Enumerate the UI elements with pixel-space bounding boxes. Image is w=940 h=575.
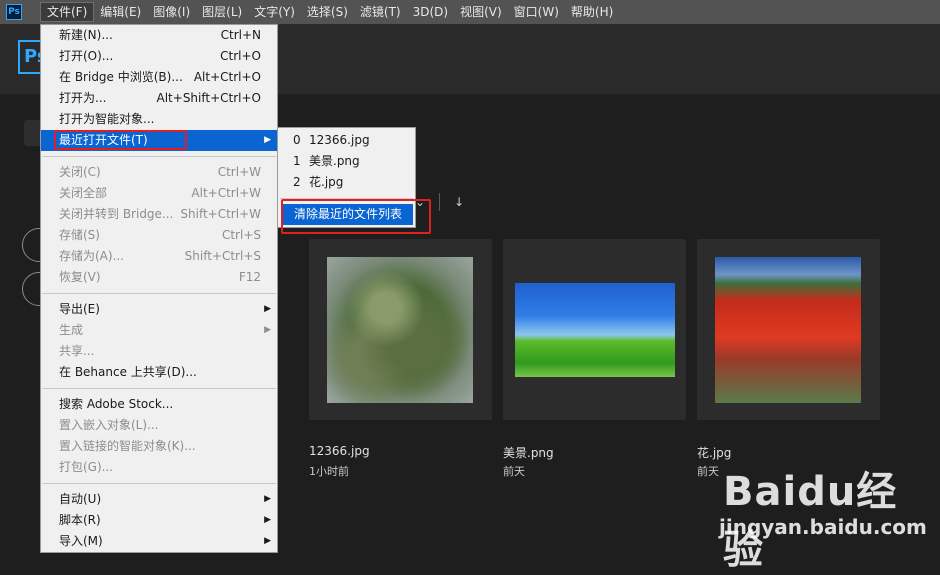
- menu-item-generate[interactable]: 生成 ▶: [41, 320, 277, 341]
- menu-item-place-embedded[interactable]: 置入嵌入对象(L)...: [41, 415, 277, 436]
- menu-item-open-as[interactable]: 打开为... Alt+Shift+Ctrl+O: [41, 88, 277, 109]
- menu-view[interactable]: 视图(V): [454, 2, 508, 22]
- menu-window[interactable]: 窗口(W): [508, 2, 565, 22]
- submenu-arrow-icon: ▶: [264, 494, 271, 504]
- recent-file-time: 前天: [503, 465, 525, 478]
- recent-file-name[interactable]: 美景.png: [503, 444, 554, 461]
- menu-file[interactable]: 文件(F): [40, 2, 95, 22]
- submenu-arrow-icon: ▶: [264, 304, 271, 314]
- menu-item-close-go-bridge[interactable]: 关闭并转到 Bridge... Shift+Ctrl+W: [41, 204, 277, 225]
- recent-file-thumbnail[interactable]: [503, 239, 686, 420]
- submenu-arrow-icon: ▶: [264, 135, 271, 145]
- menu-item-automate[interactable]: 自动(U) ▶: [41, 489, 277, 510]
- menu-item-share[interactable]: 共享...: [41, 341, 277, 362]
- menu-item-import[interactable]: 导入(M) ▶: [41, 531, 277, 552]
- menu-item-close[interactable]: 关闭(C) Ctrl+W: [41, 162, 277, 183]
- recent-file-name[interactable]: 12366.jpg: [309, 444, 370, 458]
- submenu-arrow-icon: ▶: [264, 325, 271, 335]
- menu-item-save[interactable]: 存储(S) Ctrl+S: [41, 225, 277, 246]
- recent-file-thumbnail[interactable]: [309, 239, 492, 420]
- tulip-photo-image: [715, 257, 861, 403]
- menu-divider: [42, 388, 276, 389]
- menu-3d[interactable]: 3D(D): [407, 2, 454, 22]
- annotation-highlight-box: [54, 130, 187, 150]
- menu-item-place-linked[interactable]: 置入链接的智能对象(K)...: [41, 436, 277, 457]
- menu-help[interactable]: 帮助(H): [565, 2, 619, 22]
- photoshop-app-icon[interactable]: Ps: [6, 4, 22, 20]
- menu-item-share-behance[interactable]: 在 Behance 上共享(D)...: [41, 362, 277, 383]
- menu-type[interactable]: 文字(Y): [248, 2, 301, 22]
- recent-file-item[interactable]: 0 12366.jpg: [278, 130, 415, 151]
- menu-image[interactable]: 图像(I): [147, 2, 196, 22]
- aerial-photo-image: [327, 257, 473, 403]
- menu-bar: Ps 文件(F) 编辑(E) 图像(I) 图层(L) 文字(Y) 选择(S) 滤…: [0, 0, 940, 24]
- menu-item-package[interactable]: 打包(G)...: [41, 457, 277, 478]
- watermark-url: jingyan.baidu.com: [719, 515, 927, 539]
- recent-file-time: 1小时前: [309, 465, 349, 478]
- menu-layer[interactable]: 图层(L): [196, 2, 248, 22]
- annotation-highlight-box: [281, 199, 431, 234]
- menu-item-open[interactable]: 打开(O)... Ctrl+O: [41, 46, 277, 67]
- menu-item-open-smart-object[interactable]: 打开为智能对象...: [41, 109, 277, 130]
- menu-divider: [42, 483, 276, 484]
- landscape-photo-image: [515, 283, 675, 377]
- menu-item-export[interactable]: 导出(E) ▶: [41, 299, 277, 320]
- menu-item-new[interactable]: 新建(N)... Ctrl+N: [41, 25, 277, 46]
- menu-item-close-all[interactable]: 关闭全部 Alt+Ctrl+W: [41, 183, 277, 204]
- menu-item-revert[interactable]: 恢复(V) F12: [41, 267, 277, 288]
- menu-item-search-adobe-stock[interactable]: 搜索 Adobe Stock...: [41, 394, 277, 415]
- menu-edit[interactable]: 编辑(E): [94, 2, 147, 22]
- menu-item-save-as[interactable]: 存储为(A)... Shift+Ctrl+S: [41, 246, 277, 267]
- baidu-jingyan-watermark: Baidu经验 jingyan.baidu.com: [715, 455, 935, 573]
- menu-filter[interactable]: 滤镜(T): [354, 2, 407, 22]
- divider: [439, 193, 441, 211]
- sort-arrow-down-icon[interactable]: ↓: [454, 195, 464, 209]
- menu-item-scripts[interactable]: 脚本(R) ▶: [41, 510, 277, 531]
- recent-file-item[interactable]: 1 美景.png: [278, 151, 415, 172]
- submenu-arrow-icon: ▶: [264, 536, 271, 546]
- menu-divider: [42, 156, 276, 157]
- recent-file-thumbnail[interactable]: [697, 239, 880, 420]
- submenu-arrow-icon: ▶: [264, 515, 271, 525]
- menu-item-browse-bridge[interactable]: 在 Bridge 中浏览(B)... Alt+Ctrl+O: [41, 67, 277, 88]
- file-menu-dropdown: 新建(N)... Ctrl+N 打开(O)... Ctrl+O 在 Bridge 中…: [40, 24, 278, 553]
- menu-select[interactable]: 选择(S): [301, 2, 354, 22]
- menu-divider: [42, 293, 276, 294]
- recent-file-item[interactable]: 2 花.jpg: [278, 172, 415, 193]
